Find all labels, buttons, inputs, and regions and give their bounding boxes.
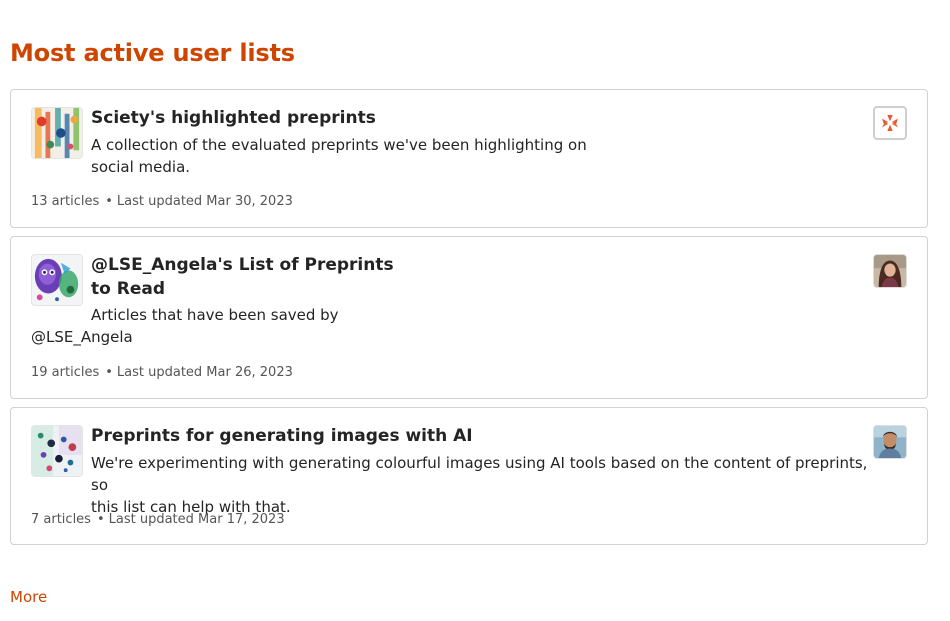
list-card[interactable]: Preprints for generating images with AI … (10, 407, 928, 545)
list-card[interactable]: Sciety's highlighted preprints A collect… (10, 89, 928, 228)
list-meta: 19 articles • Last updated Mar 26, 2023 (31, 364, 293, 382)
abstract-art-thumbnail (31, 254, 83, 306)
list-description: We're experimenting with generating colo… (91, 452, 881, 518)
list-meta: 13 articles • Last updated Mar 30, 2023 (31, 193, 293, 211)
abstract-art-thumbnail (31, 107, 83, 159)
sciety-logo-icon (873, 106, 907, 140)
article-count: 7 articles (31, 512, 91, 527)
list-card[interactable]: @LSE_Angela's List of Preprints to Read … (10, 236, 928, 399)
abstract-art-thumbnail (31, 425, 83, 477)
article-count: 19 articles (31, 365, 100, 380)
last-updated: Last updated Mar 26, 2023 (116, 365, 293, 380)
last-updated: Last updated Mar 30, 2023 (116, 194, 293, 209)
list-title[interactable]: Sciety's highlighted preprints (91, 106, 376, 130)
title-line: to Read (91, 279, 165, 299)
description-line: @LSE_Angela (31, 328, 133, 346)
user-avatar (873, 425, 907, 459)
user-avatar (873, 254, 907, 288)
list-description: A collection of the evaluated preprints … (91, 134, 651, 178)
meta-separator: • (105, 365, 113, 380)
description-line: We're experimenting with generating colo… (91, 454, 868, 494)
more-link[interactable]: More (10, 587, 47, 607)
article-count: 13 articles (31, 194, 100, 209)
list-description: Articles that have been saved by @LSE_An… (31, 304, 431, 348)
description-line: social media. (91, 158, 191, 176)
last-updated: Last updated Mar 17, 2023 (108, 512, 285, 527)
list-title[interactable]: @LSE_Angela's List of Preprints to Read (91, 253, 394, 301)
list-title[interactable]: Preprints for generating images with AI (91, 424, 473, 448)
title-line: @LSE_Angela's List of Preprints (91, 255, 394, 275)
description-line: A collection of the evaluated preprints … (91, 136, 587, 154)
list-meta: 7 articles • Last updated Mar 17, 2023 (31, 511, 285, 529)
meta-separator: • (96, 512, 105, 527)
description-line: Articles that have been saved by (91, 306, 339, 324)
section-title: Most active user lists (10, 39, 295, 67)
meta-separator: • (105, 194, 113, 209)
